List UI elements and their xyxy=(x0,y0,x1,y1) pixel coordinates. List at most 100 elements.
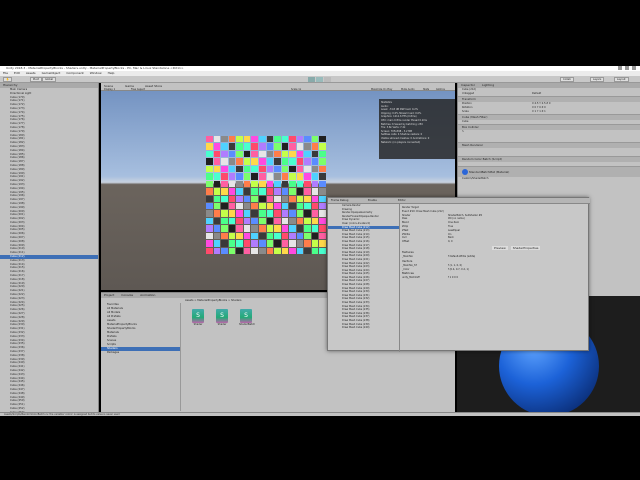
cube-cell xyxy=(274,143,281,150)
shader-asset[interactable]: S ShaderBatch xyxy=(239,309,255,327)
cube-cell xyxy=(228,136,236,143)
frame-event-detail: Render Target Event #10: Draw Mesh Cube … xyxy=(402,206,588,350)
frame-debugger-title[interactable]: Frame Debug xyxy=(331,199,348,202)
maximize-icon[interactable] xyxy=(625,66,629,70)
editor-dropdown[interactable]: Editor xyxy=(398,199,406,202)
shader-asset[interactable]: S Shader xyxy=(191,309,205,327)
minimize-icon[interactable] xyxy=(618,66,622,70)
cube-cell xyxy=(266,247,274,254)
gizmos-dropdown[interactable]: Gizmos xyxy=(436,88,445,91)
cube-cell xyxy=(243,165,251,173)
collab-button[interactable]: Collab xyxy=(560,77,574,82)
cube-cell xyxy=(266,225,274,232)
hand-tool-button[interactable]: ✋ xyxy=(3,77,13,82)
mute-audio-toggle[interactable]: Mute Audio xyxy=(401,88,415,91)
cube-cell xyxy=(243,210,251,217)
cube-cell xyxy=(243,173,251,180)
cube-cell xyxy=(251,202,258,210)
cube-cell xyxy=(228,217,236,225)
cube-cell xyxy=(206,195,213,202)
shader-dropdown[interactable]: Custom/ShaderBatch xyxy=(462,177,532,181)
cube-cell xyxy=(289,240,296,247)
layers-dropdown[interactable]: Layers xyxy=(590,77,605,82)
shader-asset[interactable]: S Shader xyxy=(215,309,229,327)
cube-cell xyxy=(304,247,311,254)
mesh-field[interactable]: Cube xyxy=(462,120,532,124)
cube-cell xyxy=(258,173,266,180)
edit-collider-icon[interactable]: ✎ xyxy=(462,130,532,134)
cube-cell xyxy=(319,247,326,254)
tab-asset-store[interactable]: Asset Store xyxy=(145,84,162,88)
cube-cell xyxy=(236,240,243,247)
cube-cell xyxy=(304,240,311,247)
pivot-button[interactable]: Pivot xyxy=(30,77,43,82)
statistics-overlay: Statistics Audio: Level: -74.8 dB DSP lo… xyxy=(379,99,455,159)
pause-button[interactable] xyxy=(316,77,323,82)
project-tree-item[interactable]: Packages xyxy=(101,351,180,355)
cube-cell xyxy=(304,136,311,143)
tag-layer-row: Untagged Default xyxy=(458,92,640,96)
cube-cell xyxy=(296,202,304,210)
layout-dropdown[interactable]: Layout xyxy=(614,77,629,82)
tab-console[interactable]: Console xyxy=(121,293,133,297)
cube-cell xyxy=(228,210,236,217)
aspect-dropdown[interactable]: Free Aspect xyxy=(131,88,145,91)
cube-cell xyxy=(221,195,228,202)
cube-cell xyxy=(258,225,266,232)
property-name: unity_MatrixVP xyxy=(402,276,420,280)
step-button[interactable] xyxy=(324,77,331,82)
cube-cell xyxy=(243,158,251,165)
enable-button[interactable]: Enable xyxy=(368,199,377,202)
maximize-on-play-toggle[interactable]: Maximize On Play xyxy=(371,88,392,91)
tag-dropdown[interactable]: Untagged xyxy=(462,92,532,96)
cube-cell xyxy=(304,202,311,210)
cube-cell xyxy=(281,225,289,232)
cube-cell xyxy=(258,232,266,240)
tab-animation[interactable]: Animation xyxy=(140,293,155,297)
play-button[interactable] xyxy=(308,77,315,82)
cube-cell xyxy=(251,232,258,240)
cube-cell xyxy=(266,188,274,195)
cube-cell xyxy=(304,210,311,217)
status-bar[interactable]: Assets/Scripts/RandomColorBatch.cs: the … xyxy=(0,412,640,416)
cube-cell xyxy=(319,150,326,158)
tab-project[interactable]: Project xyxy=(104,293,114,297)
close-icon[interactable] xyxy=(632,66,636,70)
cube-cell xyxy=(266,180,274,188)
cube-cell xyxy=(266,158,274,165)
cube-cell xyxy=(289,217,296,225)
tab-lighting[interactable]: Lighting xyxy=(482,83,494,87)
cube-cell xyxy=(251,143,258,150)
tab-inspector[interactable]: Inspector xyxy=(461,83,475,87)
cube-cell xyxy=(221,225,228,232)
cube-cell xyxy=(311,150,319,158)
main-toolbar: ✋ Pivot Global Collab Layers Layout xyxy=(0,76,640,83)
cube-cell xyxy=(206,217,213,225)
cube-cell xyxy=(296,195,304,202)
material-header[interactable]: StandardBatchMat (Material) xyxy=(458,166,640,177)
field-value[interactable]: X 1 Y 1 Z 1 xyxy=(532,110,640,114)
cube-cell xyxy=(289,225,296,232)
cube-cell xyxy=(266,173,274,180)
cube-cell xyxy=(243,195,251,202)
cube-cell xyxy=(304,173,311,180)
property-value: 0, 0 xyxy=(448,240,453,244)
cube-cell xyxy=(228,247,236,254)
cube-cell xyxy=(311,165,319,173)
cube-cell xyxy=(243,136,251,143)
layer-dropdown[interactable]: Default xyxy=(532,92,640,96)
stats-toggle[interactable]: Stats xyxy=(423,88,429,91)
display-dropdown[interactable]: Display 1 xyxy=(104,88,115,91)
cube-cell xyxy=(206,136,213,143)
scale-slider[interactable]: Scale 1x xyxy=(291,88,301,91)
frame-event-item[interactable]: Draw Mesh Cube (240) xyxy=(328,326,399,330)
tab-preview[interactable]: Preview xyxy=(492,245,508,250)
asset-grid: S Shader S Shader S ShaderBatch xyxy=(191,309,255,327)
breadcrumb: Assets > MaterialPropertyBlocks > Shader… xyxy=(185,299,242,302)
cube-cell xyxy=(319,180,326,188)
cube-cell xyxy=(251,195,258,202)
tab-shader-properties[interactable]: ShaderProperties xyxy=(510,245,541,250)
cube-cell xyxy=(304,232,311,240)
cube-cell xyxy=(296,240,304,247)
global-button[interactable]: Global xyxy=(42,77,56,82)
